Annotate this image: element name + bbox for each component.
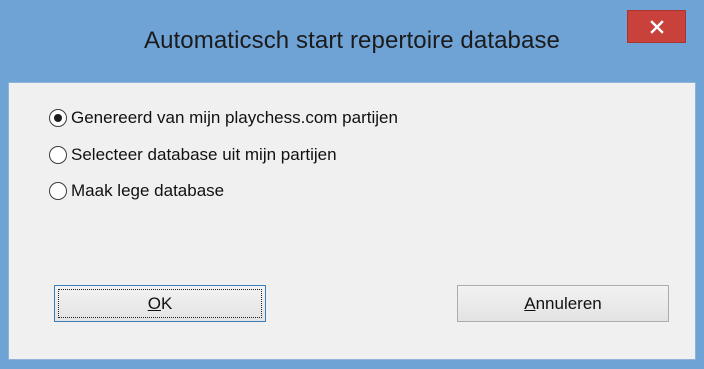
window-title: Automaticsch start repertoire database [143, 27, 560, 54]
option-empty-database[interactable]: Maak lege database [49, 178, 224, 204]
close-button[interactable] [627, 10, 686, 43]
focus-rectangle [58, 289, 262, 318]
option-label: Maak lege database [71, 181, 225, 200]
cancel-button[interactable]: Annuleren [457, 285, 669, 322]
cancel-button-label: Annuleren [524, 293, 602, 313]
option-generate-from-games[interactable]: Genereerd van mijn playchess.com partije… [49, 105, 398, 131]
radio-button[interactable] [49, 146, 67, 164]
option-select-database[interactable]: Selecteer database uit mijn partijen [49, 142, 337, 168]
option-label: Genereerd van mijn playchess.com partije… [71, 108, 398, 127]
dialog-content: Genereerd van mijn playchess.com partije… [8, 82, 696, 360]
ok-button[interactable]: OK [54, 285, 266, 322]
title-bar[interactable]: Automaticsch start repertoire database [1, 1, 703, 83]
radio-button-selected[interactable] [49, 109, 67, 127]
close-icon [650, 20, 664, 34]
option-label: Selecteer database uit mijn partijen [71, 145, 337, 164]
dialog-window: Automaticsch start repertoire database G… [0, 0, 704, 369]
radio-button[interactable] [49, 182, 67, 200]
